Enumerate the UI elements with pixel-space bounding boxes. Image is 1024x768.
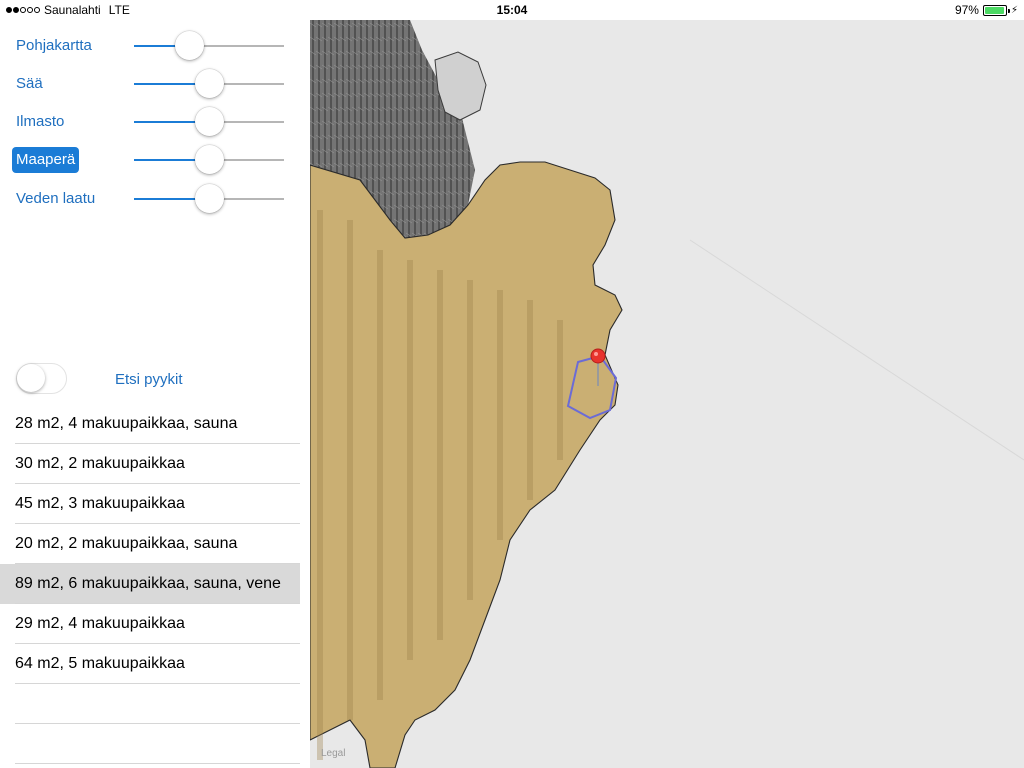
slider-thumb[interactable] bbox=[194, 69, 224, 98]
charging-icon: ⚡ bbox=[1010, 4, 1018, 16]
slider-thumb[interactable] bbox=[194, 145, 224, 174]
layer-opacity-slider[interactable] bbox=[134, 184, 284, 213]
cabin-list-item[interactable]: 89 m2, 6 makuupaikkaa, sauna, vene bbox=[0, 564, 300, 604]
map-canvas[interactable] bbox=[310, 20, 1024, 768]
layer-opacity-slider[interactable] bbox=[134, 31, 284, 60]
slider-thumb[interactable] bbox=[175, 31, 204, 60]
layer-label[interactable]: Sää bbox=[12, 71, 47, 97]
layer-row: Ilmasto bbox=[0, 100, 300, 138]
battery-percent: 97% bbox=[954, 3, 979, 17]
search-toggle-label: Etsi pyykit bbox=[115, 371, 183, 388]
layer-opacity-slider[interactable] bbox=[134, 107, 284, 136]
cabin-list-item[interactable]: 20 m2, 2 makuupaikkaa, sauna bbox=[0, 524, 300, 564]
toggle-knob bbox=[17, 364, 45, 392]
slider-thumb[interactable] bbox=[194, 107, 224, 136]
layer-label[interactable]: Veden laatu bbox=[12, 186, 99, 212]
status-bar: Saunalahti LTE 15:04 97% ⚡ bbox=[0, 0, 1024, 20]
map-view[interactable]: Legal bbox=[310, 20, 1024, 768]
layer-row: Veden laatu bbox=[0, 177, 300, 215]
layer-label[interactable]: Maaperä bbox=[12, 147, 80, 173]
layer-label[interactable]: Pohjakartta bbox=[12, 33, 96, 59]
legal-link[interactable]: Legal bbox=[321, 748, 345, 759]
layer-opacity-slider[interactable] bbox=[134, 145, 284, 174]
side-panel: Pohjakartta Sää Ilmasto Maaperä Veden laatu … bbox=[0, 20, 310, 768]
status-right: 97% ⚡ bbox=[955, 3, 1018, 17]
slider-thumb[interactable] bbox=[194, 184, 224, 213]
cabin-list-item[interactable] bbox=[0, 684, 300, 724]
layer-opacity-slider[interactable] bbox=[134, 69, 284, 98]
status-time: 15:04 bbox=[496, 3, 528, 17]
search-toggle-switch[interactable] bbox=[16, 363, 67, 394]
map-pin-icon bbox=[590, 348, 606, 364]
cabin-list-item[interactable] bbox=[0, 724, 300, 764]
search-toggle-row: Etsi pyykit bbox=[0, 360, 300, 400]
cabin-list-item[interactable]: 45 m2, 3 makuupaikkaa bbox=[0, 484, 300, 524]
layer-label[interactable]: Ilmasto bbox=[12, 109, 68, 135]
cabin-list-item[interactable]: 30 m2, 2 makuupaikkaa bbox=[0, 444, 300, 484]
layer-row: Maaperä bbox=[0, 138, 300, 176]
layer-row: Pohjakartta bbox=[0, 24, 300, 62]
battery-icon bbox=[982, 4, 1010, 16]
cabin-list-item[interactable]: 64 m2, 5 makuupaikkaa bbox=[0, 644, 300, 684]
layer-row: Sää bbox=[0, 62, 300, 100]
cabin-list-item[interactable]: 28 m2, 4 makuupaikkaa, sauna bbox=[0, 404, 300, 444]
cabin-list: 28 m2, 4 makuupaikkaa, sauna 30 m2, 2 mak… bbox=[0, 404, 300, 764]
cabin-list-item[interactable]: 29 m2, 4 makuupaikkaa bbox=[0, 604, 300, 644]
